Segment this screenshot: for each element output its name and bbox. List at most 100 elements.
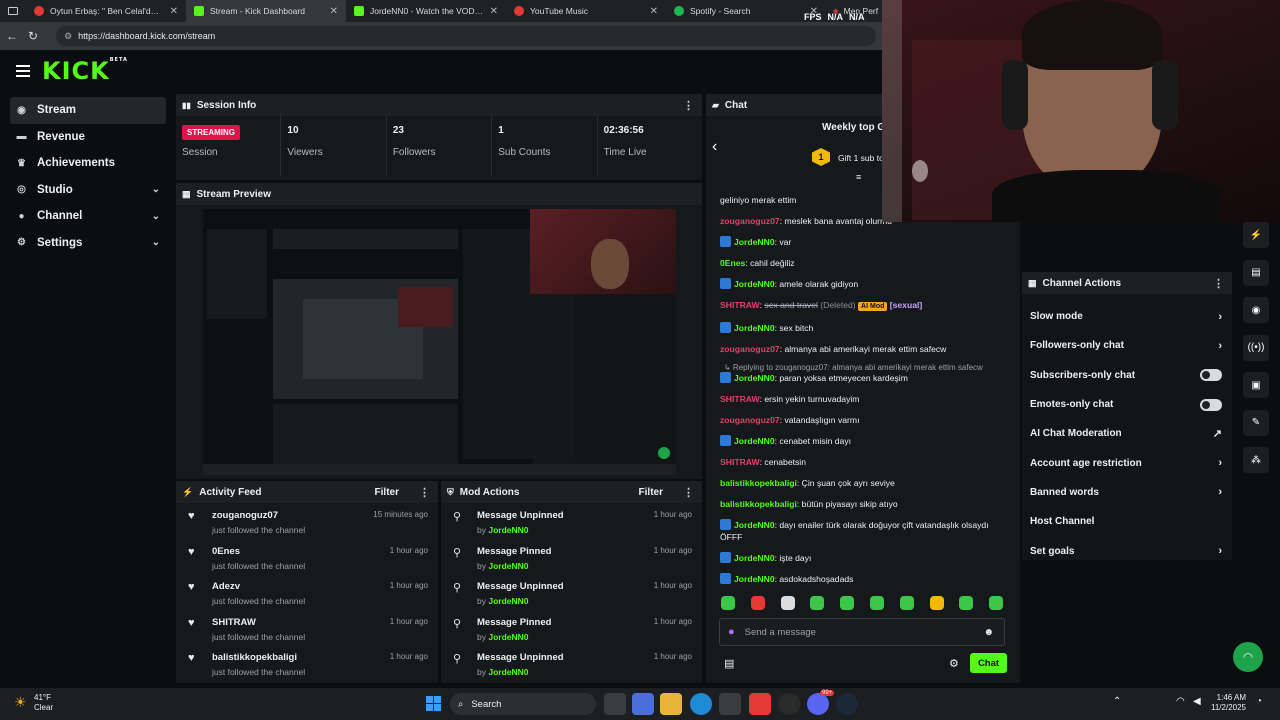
filter-button[interactable]: Filter (375, 487, 399, 498)
kick-logo[interactable]: KICKBETA (42, 57, 128, 85)
chat-username[interactable]: SHITRAW (720, 457, 760, 467)
sidebar-item-stream[interactable]: ◉ Stream (10, 97, 166, 124)
channel-action-account-age-restriction[interactable]: Account age restriction › (1022, 448, 1232, 477)
chat-settings-icon[interactable]: ⚙ (949, 657, 959, 670)
chat-username[interactable]: balistikkopekbaligi (720, 478, 797, 488)
sidebar-item-channel[interactable]: ● Channel ⌄ (10, 203, 166, 230)
tab-spotify[interactable]: Spotify - Search ✕ (666, 0, 826, 22)
task-view-icon[interactable] (604, 693, 626, 715)
chevron-up-icon[interactable]: ⌃ (1113, 696, 1121, 707)
emote-icon[interactable] (810, 596, 825, 610)
chat-username[interactable]: JordeNN0 (734, 373, 775, 383)
channel-action-banned-words[interactable]: Banned words › (1022, 478, 1232, 507)
chat-input[interactable]: ● Send a message ☻ (719, 618, 1005, 646)
emote-icon[interactable] (899, 596, 914, 610)
channel-action-emotes-only-chat[interactable]: Emotes-only chat (1022, 390, 1232, 419)
reply-context[interactable]: ↳ Replying to zouganoguz07: almanya abi … (706, 360, 1020, 372)
reload-icon[interactable]: ↻ (28, 29, 38, 43)
support-chat-button[interactable]: ◠ (1233, 642, 1263, 672)
clock[interactable]: 1:46 AM 11/2/2025 (1208, 693, 1246, 713)
toggle-switch[interactable] (1200, 398, 1222, 411)
send-chat-button[interactable]: Chat (970, 653, 1007, 673)
tab-kick-dashboard[interactable]: Stream - Kick Dashboard ✕ (186, 0, 346, 22)
more-icon[interactable]: ⋮ (683, 99, 694, 112)
chat-username[interactable]: SHITRAW (720, 300, 760, 310)
obs-icon[interactable] (778, 693, 800, 715)
more-icon[interactable]: ⋮ (683, 486, 694, 499)
channel-action-slow-mode[interactable]: Slow mode › (1022, 302, 1232, 331)
emoji-icon[interactable]: ☻ (983, 627, 994, 638)
wrench-icon[interactable]: ✎ (1243, 409, 1269, 436)
emote-icon[interactable] (929, 596, 944, 610)
close-icon[interactable]: ✕ (490, 6, 498, 17)
emote-icon[interactable] (840, 596, 855, 610)
tab-kick-vod[interactable]: JordeNN0 - Watch the VOD on K ✕ (346, 0, 506, 22)
tab-actions-icon[interactable] (0, 0, 26, 22)
taskbar-search[interactable]: ⌕ Search (450, 693, 596, 715)
chat-username[interactable]: JordeNN0 (734, 436, 775, 446)
emote-icon[interactable] (750, 596, 765, 610)
site-info-icon[interactable]: ⚙ (64, 31, 72, 42)
microphone-icon[interactable]: ● (728, 626, 735, 638)
close-icon[interactable]: ✕ (330, 6, 338, 17)
widgets-icon[interactable]: ⁂ (1243, 447, 1269, 473)
emote-icon[interactable] (721, 596, 735, 610)
channel-action-followers-only-chat[interactable]: Followers-only chat › (1022, 331, 1232, 360)
chat-username[interactable]: zouganoguz07 (720, 344, 780, 354)
filter-lines-icon[interactable]: ≡ (856, 172, 861, 182)
lightning-icon[interactable]: ⚡ (1243, 222, 1269, 248)
widgets-app-icon[interactable] (632, 693, 654, 715)
close-icon[interactable]: ✕ (170, 6, 178, 17)
chat-username[interactable]: JordeNN0 (734, 553, 775, 563)
gift-icon[interactable]: ▤ (724, 657, 734, 670)
more-icon[interactable]: ⋮ (419, 486, 430, 499)
chat-username[interactable]: JordeNN0 (734, 574, 775, 584)
chat-username[interactable]: zouganoguz07 (720, 415, 780, 425)
chat-username[interactable]: JordeNN0 (734, 323, 775, 333)
toggle-switch[interactable] (1200, 369, 1222, 382)
sidebar-item-settings[interactable]: ⚙ Settings ⌄ (10, 230, 166, 257)
youtube-app-icon[interactable] (749, 693, 771, 715)
chevron-left-icon[interactable]: ‹ (712, 138, 717, 156)
volume-icon[interactable]: ◀ (1193, 696, 1201, 707)
chat-username[interactable]: zouganoguz07 (720, 216, 780, 226)
sidebar-item-studio[interactable]: ◎ Studio ⌄ (10, 177, 166, 204)
windows-start-icon[interactable] (426, 696, 441, 711)
channel-action-set-goals[interactable]: Set goals › (1022, 536, 1232, 565)
chat-username[interactable]: SHITRAW (720, 394, 760, 404)
menu-icon[interactable] (16, 65, 30, 77)
notifications-icon[interactable]: ◔ (1256, 696, 1262, 707)
chat-bubble-icon[interactable]: ◉ (1243, 297, 1269, 323)
wifi-icon[interactable]: ◠ (1176, 696, 1185, 707)
chat-username[interactable]: balistikkopekbaligi (720, 499, 797, 509)
sidebar-item-revenue[interactable]: ▬ Revenue (10, 124, 166, 151)
chat-username[interactable]: JordeNN0 (734, 520, 775, 530)
filter-button[interactable]: Filter (639, 487, 663, 498)
broadcast-icon[interactable]: ((•)) (1243, 334, 1269, 361)
notes-icon[interactable]: ▤ (1243, 259, 1269, 286)
back-icon[interactable]: ← (6, 29, 18, 43)
file-explorer-icon[interactable] (660, 693, 682, 715)
chat-username[interactable]: 0Enes (720, 258, 745, 268)
close-icon[interactable]: ✕ (650, 6, 658, 17)
stream-preview-video[interactable] (203, 209, 676, 475)
emote-icon[interactable] (780, 596, 795, 610)
chat-username[interactable]: JordeNN0 (734, 237, 775, 247)
emote-icon[interactable] (989, 596, 1004, 610)
chat-username[interactable]: JordeNN0 (734, 279, 775, 289)
discord-icon[interactable] (807, 693, 829, 715)
emote-icon[interactable] (959, 596, 974, 610)
weather-widget[interactable]: 41°F Clear (34, 693, 53, 713)
emote-icon[interactable] (870, 596, 884, 610)
channel-action-ai-chat-moderation[interactable]: AI Chat Moderation ↗ (1022, 419, 1232, 448)
steam-icon[interactable] (836, 693, 858, 715)
more-icon[interactable]: ⋮ (1213, 277, 1224, 290)
store-icon[interactable] (719, 693, 741, 715)
tab-oytun[interactable]: Oytun Erbaş: " Ben Celal'den çok ✕ (26, 0, 186, 22)
layout-icon[interactable]: ▣ (1243, 372, 1269, 398)
url-field[interactable]: ⚙ https://dashboard.kick.com/stream (56, 26, 877, 46)
tab-youtube-music[interactable]: YouTube Music ✕ (506, 0, 666, 22)
channel-action-host-channel[interactable]: Host Channel (1022, 507, 1232, 536)
edge-browser-icon[interactable] (690, 693, 712, 715)
channel-action-subscribers-only-chat[interactable]: Subscribers-only chat (1022, 361, 1232, 390)
